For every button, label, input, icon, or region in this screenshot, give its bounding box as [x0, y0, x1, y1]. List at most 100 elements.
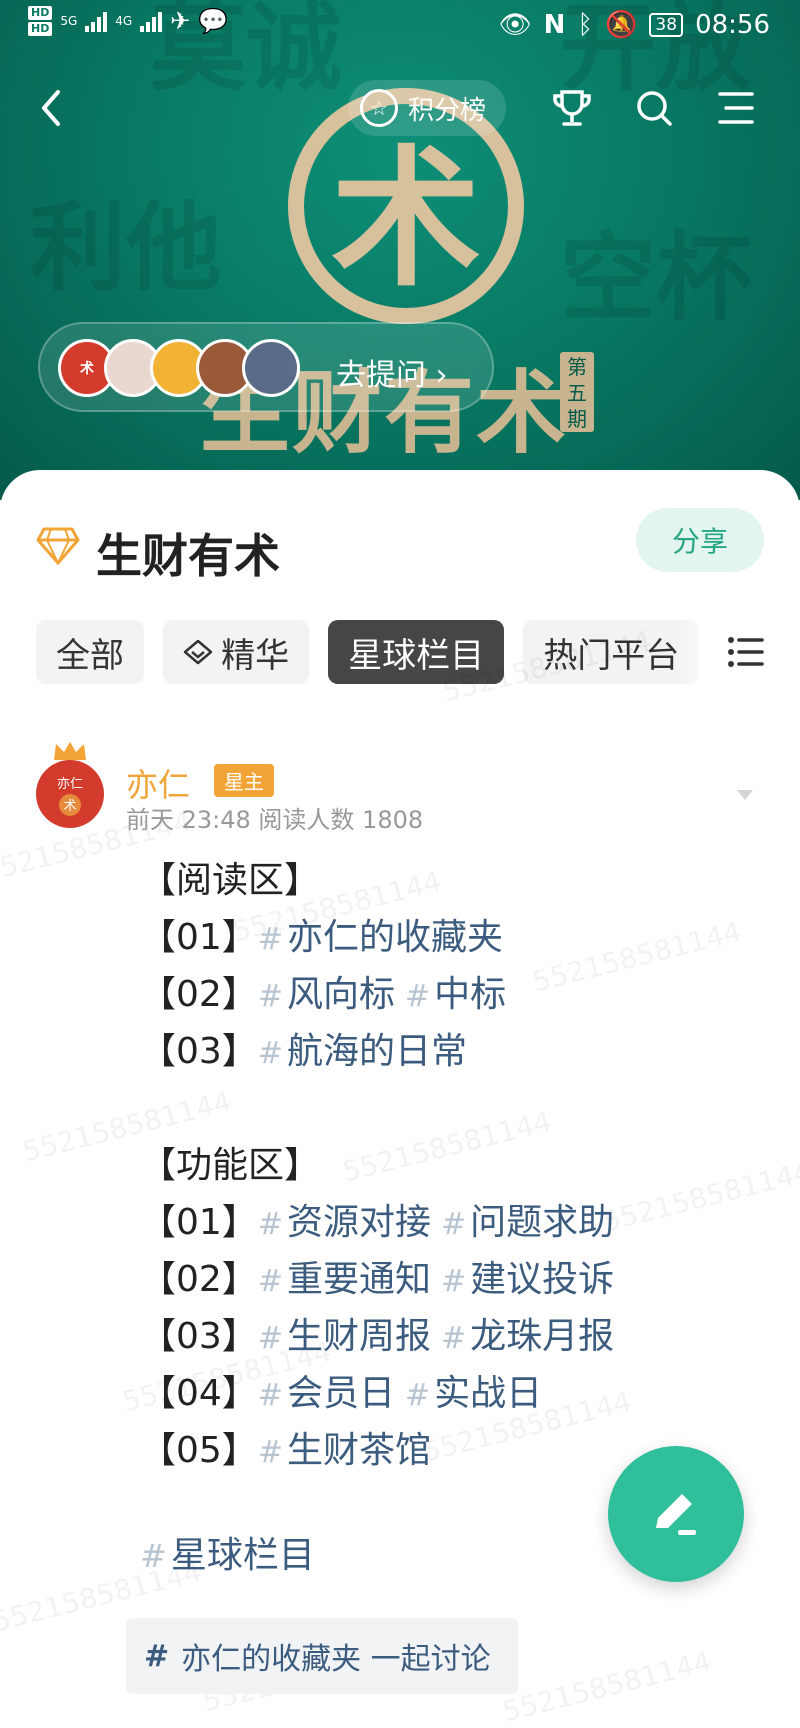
hash-icon: #: [257, 1207, 283, 1242]
points-rank-button[interactable]: ☆ 积分榜: [348, 80, 507, 136]
hashtag-label: 亦仁的收藏夹: [286, 917, 503, 958]
owner-badge: 星主: [214, 764, 274, 797]
hashtag-label: 生财周报: [286, 1316, 431, 1357]
network-4g-label: 4G: [115, 14, 133, 28]
ask-question-button[interactable]: 术 去提问 ›: [38, 322, 494, 412]
hash-icon: #: [257, 1435, 283, 1470]
issue-badge: 第五期: [560, 352, 594, 432]
diamond-icon: [36, 527, 80, 566]
hashtag-label: 风向标: [286, 974, 395, 1015]
avatar: [242, 339, 300, 397]
author-avatar[interactable]: 亦仁 术: [36, 760, 104, 828]
hash-icon: #: [404, 979, 431, 1014]
tab-all[interactable]: 全部: [36, 620, 144, 684]
hashtag-label: 资源对接: [286, 1202, 431, 1243]
pencil-icon: [656, 1494, 696, 1535]
hashtag-link[interactable]: # 重要通知: [258, 1259, 431, 1300]
hashtag-label: 中标: [434, 974, 507, 1015]
hash-icon: #: [257, 1378, 283, 1413]
post-meta: 前天 23:48 阅读人数 1808: [126, 806, 424, 834]
list-item: 【03】# 航海的日常: [140, 1023, 624, 1080]
search-icon[interactable]: [630, 84, 678, 132]
item-number: 【02】: [140, 1259, 258, 1300]
crown-icon: [54, 742, 86, 760]
list-item: 【02】# 风向标 # 中标: [140, 966, 624, 1023]
hashtag-link[interactable]: # 龙珠月报: [441, 1316, 614, 1357]
section-heading: 【功能区】: [140, 1145, 321, 1186]
hd-icon: HD HD: [28, 6, 53, 36]
tab-hot-platforms[interactable]: 热门平台: [523, 620, 700, 684]
discuss-label: 亦仁的收藏夹 一起讨论: [181, 1642, 491, 1677]
mute-bell-icon: 🔕: [605, 10, 638, 40]
hashtag-link[interactable]: # 生财茶馆: [258, 1430, 431, 1471]
hashtag-link[interactable]: # 建议投诉: [441, 1259, 614, 1300]
hash-icon: #: [257, 979, 283, 1014]
hash-icon: #: [140, 1537, 167, 1575]
item-number: 【01】: [140, 1202, 258, 1243]
hashtag-link[interactable]: # 中标: [405, 974, 506, 1015]
hash-icon: #: [144, 1638, 170, 1674]
hashtag-label: 实战日: [434, 1373, 543, 1414]
hashtag-label: 龙珠月报: [470, 1316, 615, 1357]
hashtag-link[interactable]: # 航海的日常: [258, 1031, 467, 1072]
menu-icon[interactable]: [712, 84, 760, 132]
group-banner: 莫诚 开放 利他 空杯 术 生财有术 第五期 HD HD 5G 4G ✈ 💬 👁…: [0, 0, 800, 500]
list-item: 【05】# 生财茶馆: [140, 1422, 624, 1479]
watermark: 552158581144: [599, 1154, 800, 1239]
hashtag-label: 重要通知: [286, 1259, 431, 1300]
hash-icon: #: [440, 1321, 467, 1356]
tab-label: 热门平台: [543, 635, 680, 676]
trophy-icon[interactable]: [548, 84, 596, 132]
tab-label: 全部: [56, 635, 124, 676]
tab-columns[interactable]: 星球栏目: [328, 620, 505, 684]
banner-bg-text: 利他: [30, 191, 222, 304]
hashtag-label: 问题求助: [470, 1202, 615, 1243]
category-tabs: 全部 精华 星球栏目 热门平台: [36, 620, 716, 686]
share-button[interactable]: 分享: [636, 508, 764, 572]
hashtag-link[interactable]: # 问题求助: [441, 1202, 614, 1243]
hashtag-link[interactable]: # 风向标: [258, 974, 395, 1015]
app-notification-icon: ✈: [170, 7, 191, 35]
list-item: 【01】# 资源对接 # 问题求助: [140, 1194, 624, 1251]
star-icon: ☆: [360, 89, 398, 127]
signal-icon: [85, 10, 108, 32]
discuss-topic-button[interactable]: # 亦仁的收藏夹 一起讨论: [126, 1618, 518, 1694]
watermark: 552158581144: [499, 1644, 715, 1728]
top-bar: ☆ 积分榜: [0, 78, 800, 138]
hash-icon: #: [404, 1378, 431, 1413]
post-body: 【阅读区】 【01】# 亦仁的收藏夹 【02】# 风向标 # 中标 【03】# 航海的日常 【功能…: [140, 852, 624, 1479]
item-number: 【02】: [140, 974, 258, 1015]
hashtag-label: 建议投诉: [470, 1259, 615, 1300]
back-arrow-icon[interactable]: [32, 84, 72, 132]
tab-featured[interactable]: 精华: [163, 620, 310, 684]
item-number: 【03】: [140, 1316, 258, 1357]
bluetooth-icon: ᛒ: [577, 10, 594, 40]
nfc-icon: N: [543, 10, 566, 40]
post-more-caret-icon[interactable]: [736, 788, 754, 802]
hashtag-link[interactable]: # 生财周报: [258, 1316, 431, 1357]
item-number: 【05】: [140, 1430, 258, 1471]
item-number: 【04】: [140, 1373, 258, 1414]
tab-label: 精华: [221, 635, 290, 676]
ask-question-label: 去提问 ›: [336, 358, 448, 393]
status-bar: HD HD 5G 4G ✈ 💬 👁 N ᛒ 🔕 38 08:56: [0, 0, 800, 52]
message-icon: 💬: [198, 7, 229, 35]
hashtag-link[interactable]: # 资源对接: [258, 1202, 431, 1243]
hashtag-label: 会员日: [286, 1373, 395, 1414]
list-item: 【03】# 生财周报 # 龙珠月报: [140, 1308, 624, 1365]
logo-icon: 术: [59, 793, 81, 816]
hash-icon: #: [257, 922, 283, 957]
hashtag-link[interactable]: # 会员日: [258, 1373, 395, 1414]
hashtag-label: 航海的日常: [286, 1031, 467, 1072]
hashtag-link[interactable]: # 亦仁的收藏夹: [258, 917, 503, 958]
hash-icon: #: [257, 1036, 283, 1071]
clock: 08:56: [695, 10, 770, 40]
diamond-outline-icon: [183, 639, 213, 665]
hash-icon: #: [440, 1207, 467, 1242]
tab-list-menu-icon[interactable]: [726, 632, 766, 672]
topic-tag[interactable]: # 星球栏目: [140, 1526, 315, 1578]
compose-post-button[interactable]: [608, 1446, 744, 1582]
banner-bg-text: 空杯: [560, 221, 752, 334]
item-number: 【03】: [140, 1031, 258, 1072]
hashtag-link[interactable]: # 实战日: [405, 1373, 542, 1414]
